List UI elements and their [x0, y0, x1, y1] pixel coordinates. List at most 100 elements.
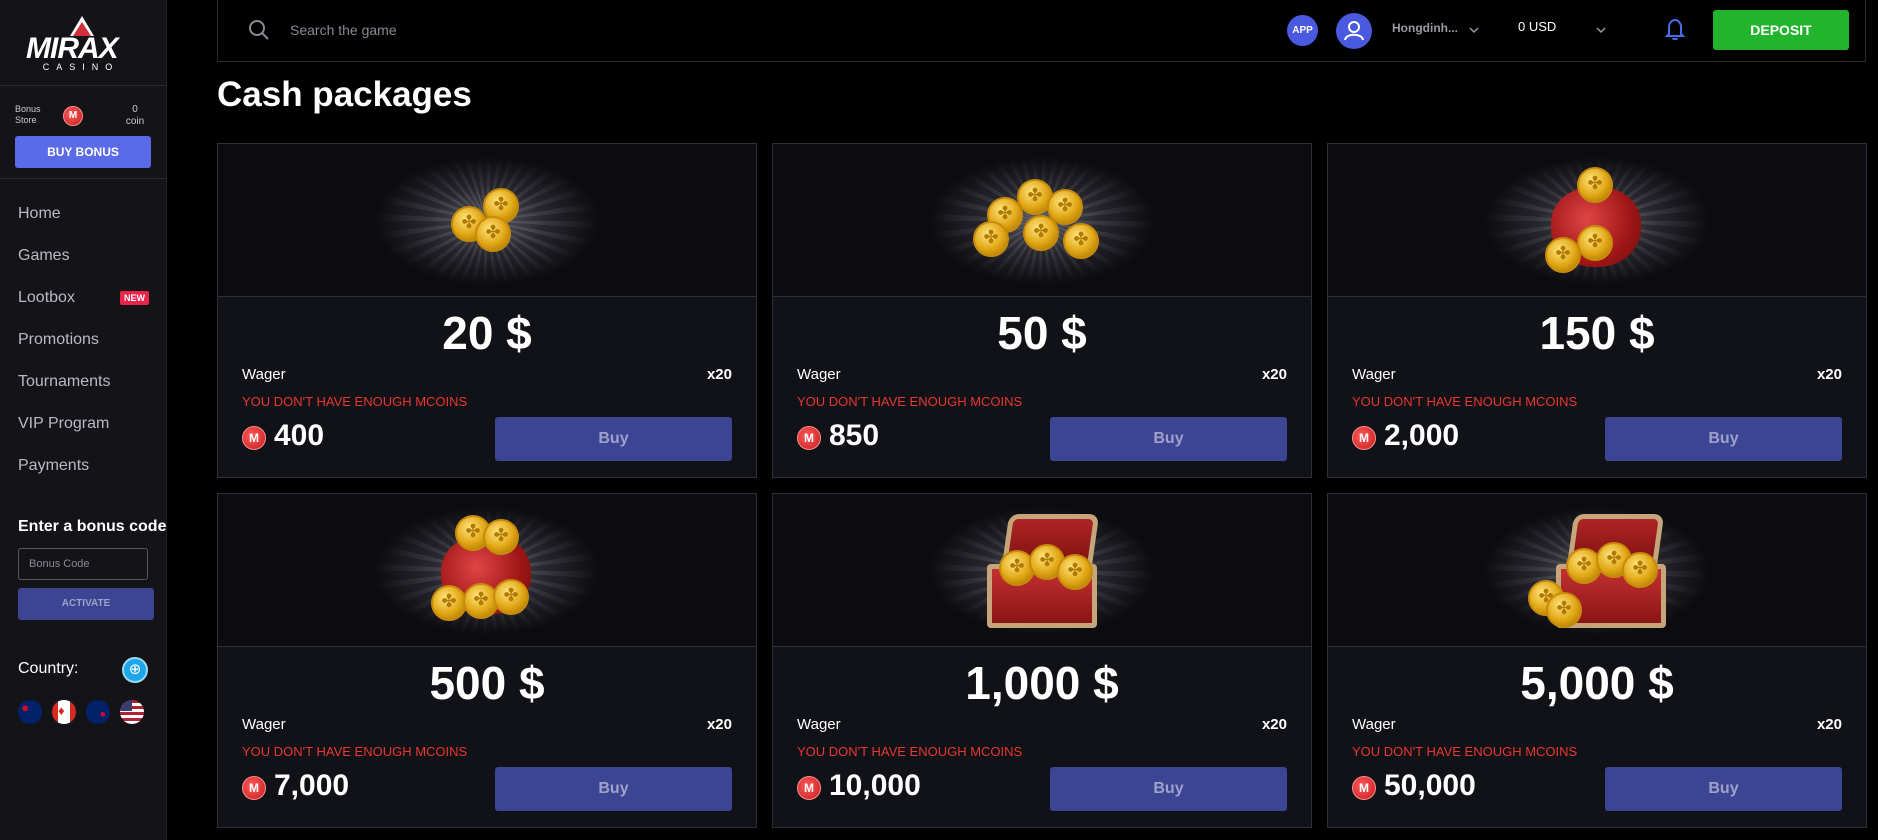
bonus-code-title: Enter a bonus code: [18, 518, 167, 535]
mcoin-icon: [1352, 776, 1376, 800]
globe-icon[interactable]: [122, 657, 148, 683]
search-icon[interactable]: [248, 19, 270, 41]
package-card: 500 $ Wager x20 YOU DON'T HAVE ENOUGH MC…: [217, 493, 757, 828]
wager-value: x20: [706, 366, 732, 383]
package-card: 1,000 $ Wager x20 YOU DON'T HAVE ENOUGH …: [772, 493, 1312, 828]
page-title: Cash packages: [217, 75, 472, 114]
insufficient-coins-warning: YOU DON'T HAVE ENOUGH MCOINS: [1352, 394, 1578, 409]
divider: [0, 85, 167, 86]
insufficient-coins-warning: YOU DON'T HAVE ENOUGH MCOINS: [797, 744, 1023, 759]
package-amount: 150 $: [1539, 307, 1655, 359]
wager-value: x20: [1261, 366, 1287, 383]
sidebar-item-tournaments[interactable]: Tournaments: [18, 373, 111, 391]
bonus-code-input[interactable]: [18, 548, 148, 580]
insufficient-coins-warning: YOU DON'T HAVE ENOUGH MCOINS: [1352, 744, 1578, 759]
mcoin-icon: [1352, 426, 1376, 450]
insufficient-coins-warning: YOU DON'T HAVE ENOUGH MCOINS: [242, 394, 468, 409]
username[interactable]: Hongdinh...: [1392, 21, 1458, 35]
chevron-down-icon[interactable]: [1468, 24, 1480, 36]
mcoin-icon: [63, 106, 83, 126]
coin-bag-icon: [427, 515, 547, 625]
app-button[interactable]: APP: [1287, 15, 1318, 46]
sidebar-item-label: Lootbox: [18, 289, 75, 306]
buy-button[interactable]: Buy: [1605, 767, 1842, 811]
flag-usa-icon[interactable]: [120, 700, 144, 724]
chevron-down-icon[interactable]: [1595, 24, 1607, 36]
wager-label: Wager: [797, 366, 841, 383]
mcoin-icon: [242, 776, 266, 800]
user-icon: [1344, 21, 1364, 41]
country-label: Country:: [18, 660, 79, 677]
package-amount: 50 $: [997, 307, 1087, 359]
coins-icon: [967, 175, 1117, 265]
buy-button[interactable]: Buy: [495, 417, 732, 461]
wager-label: Wager: [1352, 716, 1396, 733]
package-card: 50 $ Wager x20 YOU DON'T HAVE ENOUGH MCO…: [772, 143, 1312, 478]
new-badge: NEW: [120, 291, 149, 305]
sidebar: MIRAX CASINO Bonus Store 0 coin BUY BONU…: [0, 0, 167, 840]
bonus-store-count: 0 coin: [115, 104, 155, 128]
divider: [0, 178, 167, 179]
deposit-button[interactable]: DEPOSIT: [1713, 10, 1849, 50]
package-price: 2,000: [1384, 419, 1460, 452]
wager-value: x20: [1816, 716, 1842, 733]
package-card: 5,000 $ Wager x20 YOU DON'T HAVE ENOUGH …: [1327, 493, 1867, 828]
package-amount: 5,000 $: [1520, 657, 1674, 709]
coins-icon: [437, 180, 537, 260]
sidebar-item-vip-program[interactable]: VIP Program: [18, 415, 109, 433]
package-price: 400: [274, 419, 325, 452]
treasure-chest-icon: [1522, 510, 1672, 630]
buy-button[interactable]: Buy: [1605, 417, 1842, 461]
treasure-chest-icon: [977, 510, 1107, 630]
buy-button[interactable]: Buy: [495, 767, 732, 811]
wager-value: x20: [1261, 716, 1287, 733]
package-card: 150 $ Wager x20 YOU DON'T HAVE ENOUGH MC…: [1327, 143, 1867, 478]
package-image: [773, 144, 1311, 297]
package-image: [218, 144, 756, 297]
wager-label: Wager: [1352, 366, 1396, 383]
activate-button[interactable]: ACTIVATE: [18, 588, 154, 620]
coin-unit: coin: [125, 116, 145, 127]
package-amount: 20 $: [442, 307, 532, 359]
insufficient-coins-warning: YOU DON'T HAVE ENOUGH MCOINS: [797, 394, 1023, 409]
flag-new-zealand-icon[interactable]: [86, 700, 110, 724]
sidebar-item-games[interactable]: Games: [18, 247, 70, 265]
coin-count: 0: [132, 104, 138, 115]
package-amount: 500 $: [429, 657, 545, 709]
bonus-store-label: Bonus Store: [15, 104, 41, 125]
flag-canada-icon[interactable]: [52, 700, 76, 724]
insufficient-coins-warning: YOU DON'T HAVE ENOUGH MCOINS: [242, 744, 468, 759]
avatar[interactable]: [1336, 13, 1372, 49]
package-image: [1328, 494, 1866, 647]
wager-label: Wager: [242, 716, 286, 733]
sidebar-item-lootbox[interactable]: Lootbox NEW: [18, 289, 149, 307]
sidebar-item-payments[interactable]: Payments: [18, 457, 89, 475]
wager-label: Wager: [242, 366, 286, 383]
mcoin-icon: [797, 426, 821, 450]
coin-bag-icon: [1537, 165, 1657, 275]
mcoin-icon: [242, 426, 266, 450]
mcoin-icon: [797, 776, 821, 800]
flag-australia-icon[interactable]: [18, 700, 42, 724]
package-amount: 1,000 $: [965, 657, 1119, 709]
mirax-casino-logo[interactable]: MIRAX CASINO: [26, 16, 136, 72]
bonus-store[interactable]: Bonus Store 0 coin: [15, 104, 155, 130]
sidebar-item-home[interactable]: Home: [18, 205, 61, 223]
sidebar-item-promotions[interactable]: Promotions: [18, 331, 99, 349]
wager-value: x20: [1816, 366, 1842, 383]
package-price: 10,000: [829, 769, 921, 802]
package-price: 850: [829, 419, 880, 452]
logo-text: MIRAX: [26, 32, 119, 65]
search-input[interactable]: [290, 18, 670, 42]
buy-button[interactable]: Buy: [1050, 417, 1287, 461]
package-image: [773, 494, 1311, 647]
balance-display[interactable]: 0 USD: [1518, 19, 1556, 34]
package-image: [218, 494, 756, 647]
buy-button[interactable]: Buy: [1050, 767, 1287, 811]
buy-bonus-button[interactable]: BUY BONUS: [15, 136, 151, 168]
package-price: 7,000: [274, 769, 350, 802]
bell-icon[interactable]: [1664, 17, 1686, 41]
package-card: 20 $ Wager x20 YOU DON'T HAVE ENOUGH MCO…: [217, 143, 757, 478]
logo-subtext: CASINO: [42, 62, 120, 72]
wager-label: Wager: [797, 716, 841, 733]
